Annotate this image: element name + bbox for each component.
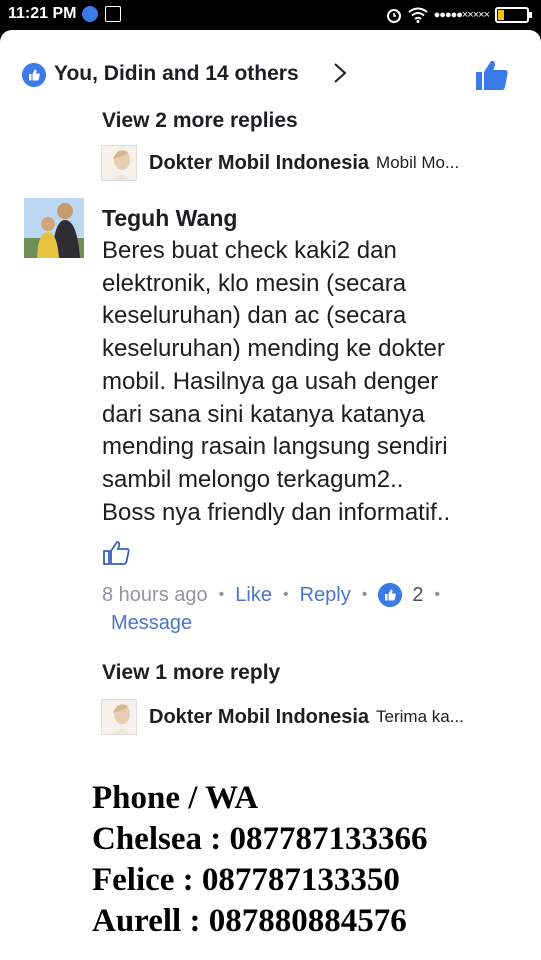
commenter-avatar-image [24,198,84,258]
message-link[interactable]: Message [111,612,192,635]
reply-snippet: Mobil Mo... [376,153,460,172]
comment-line: keseluruhan) dan ac (secara [102,302,407,330]
comments-sheet: You, Didin and 14 others View 2 more rep… [0,30,541,960]
page-avatar [101,145,137,181]
status-indicators: ●●●●●××××× [386,4,532,26]
page-avatar-image [113,704,131,734]
messenger-notification-icon [82,6,98,22]
wifi-icon [408,7,428,23]
reactions-summary[interactable]: You, Didin and 14 others [0,30,541,118]
like-button[interactable] [474,58,510,92]
reply-author[interactable]: Dokter Mobil Indonesia [149,706,369,729]
view-more-replies-bottom[interactable]: View 1 more reply [102,661,280,685]
view-more-replies-top[interactable]: View 2 more replies [102,109,298,133]
separator: • [434,586,441,603]
battery-icon [495,7,532,23]
comment-body: Beres buat check kaki2 dan elektronik, k… [102,235,522,529]
status-time: 11:21 PM [8,5,77,22]
comment-line: Boss nya friendly dan informatif.. [102,498,451,526]
contact-line: Chelsea : 087787133366 [92,821,428,857]
gallery-notification-icon [105,6,121,22]
separator: • [361,586,368,603]
separator: • [282,586,289,603]
like-link[interactable]: Like [235,584,272,607]
chevron-right-icon[interactable] [328,61,352,85]
reactions-text: You, Didin and 14 others [54,62,299,85]
status-bar: 11:21 PM ●●●●●××××× [0,0,541,30]
comment-line: elektronik, klo mesin (secara [102,269,407,297]
comment-line: sambil melongo terkagum2.. [102,465,404,493]
separator: • [218,586,225,603]
reply-author[interactable]: Dokter Mobil Indonesia [149,152,369,175]
signal-strength-icon: ●●●●●××××× [433,9,490,21]
comment-line: Beres buat check kaki2 dan [102,237,397,264]
contact-line: Felice : 087787133350 [92,862,400,898]
comment-actions: 8 hours ago • Like • Reply • 2 • [102,583,451,607]
page-avatar [101,699,137,735]
comment-line: mobil. Hasilnya ga usah denger [102,367,439,395]
commenter-avatar[interactable] [24,198,84,258]
commenter-name[interactable]: Teguh Wang [102,205,237,232]
like-reaction-icon [22,63,46,87]
like-count-icon[interactable] [378,583,403,607]
comment-line: dari sana sini katanya katanya [102,400,425,428]
reply-preview-top[interactable]: Dokter Mobil Indonesia Mobil Mo... [101,145,521,181]
comment-time: 8 hours ago [102,583,208,606]
reply-preview-bottom[interactable]: Dokter Mobil Indonesia Terima ka... [101,699,521,735]
comment-line: keseluruhan) mending ke dokter [102,335,445,363]
battery-level [498,10,504,20]
thumbs-up-emoji-icon [103,541,130,565]
reply-snippet: Terima ka... [376,707,464,726]
like-count[interactable]: 2 [412,584,423,607]
reply-link[interactable]: Reply [300,584,351,607]
page-avatar-image [113,150,131,180]
comment-line: mending rasain langsung sendiri [102,433,448,461]
contact-heading: Phone / WA [92,780,259,816]
contact-line: Aurell : 087880884576 [92,903,407,939]
alarm-icon [386,9,401,23]
